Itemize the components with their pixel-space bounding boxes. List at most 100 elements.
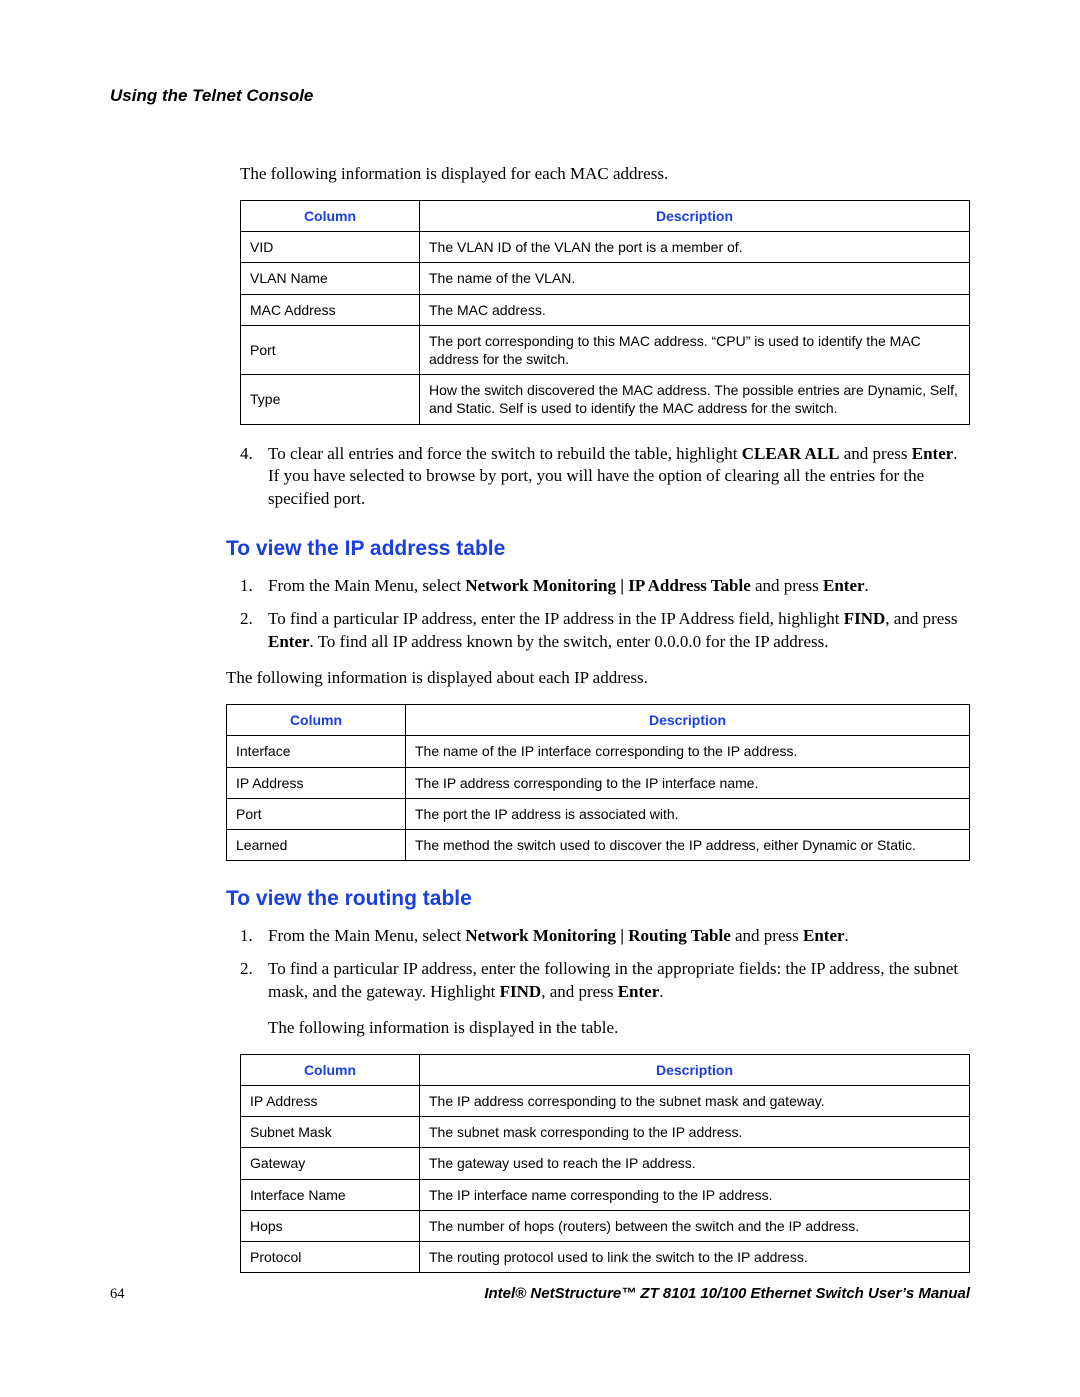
cell-description: The IP interface name corresponding to t… [420,1179,970,1210]
step-text: To find a particular IP address, enter t… [268,609,844,628]
page-number: 64 [110,1286,125,1303]
intro-routing-table: The following information is displayed i… [268,1018,970,1038]
cell-description: How the switch discovered the MAC addres… [420,375,970,424]
step-list-ip: 1. From the Main Menu, select Network Mo… [240,575,970,654]
table-header-column: Column [227,705,406,736]
running-header: Using the Telnet Console [110,86,970,106]
step-text: To clear all entries and force the switc… [268,444,742,463]
list-item: 1. From the Main Menu, select Network Mo… [240,575,970,598]
cell-column: Type [241,375,420,424]
page: Using the Telnet Console The following i… [0,0,1080,1397]
table-row: MAC AddressThe MAC address. [241,294,970,325]
step-text: , and press [885,609,957,628]
cell-column: Interface [227,736,406,767]
table-header-description: Description [420,201,970,232]
cell-column: Protocol [241,1242,420,1273]
cell-column: Hops [241,1210,420,1241]
step-text: . To find all IP address known by the sw… [310,632,829,651]
table-row: VLAN NameThe name of the VLAN. [241,263,970,294]
body-column: The following information is displayed f… [240,164,970,1273]
cell-description: The subnet mask corresponding to the IP … [420,1117,970,1148]
step-bold: FIND [844,609,886,628]
table-row: Subnet MaskThe subnet mask corresponding… [241,1117,970,1148]
table-row: IP AddressThe IP address corresponding t… [241,1086,970,1117]
step-bold: Enter [823,576,865,595]
table-row: Interface NameThe IP interface name corr… [241,1179,970,1210]
step-text: From the Main Menu, select [268,926,465,945]
cell-description: The MAC address. [420,294,970,325]
cell-description: The name of the IP interface correspondi… [406,736,970,767]
step-bold: CLEAR ALL [742,444,840,463]
cell-column: Interface Name [241,1179,420,1210]
step-bold: Enter [268,632,310,651]
cell-column: MAC Address [241,294,420,325]
step-bold: Enter [618,982,660,1001]
cell-column: Gateway [241,1148,420,1179]
step-text: and press [731,926,803,945]
cell-column: IP Address [241,1086,420,1117]
cell-column: Port [227,798,406,829]
table-row: IP AddressThe IP address corresponding t… [227,767,970,798]
step-bold: Network Monitoring | IP Address Table [465,576,750,595]
cell-column: VID [241,232,420,263]
step-number: 1. [240,925,253,948]
step-text: . [659,982,663,1001]
step-number: 2. [240,608,253,631]
step-bold: FIND [500,982,542,1001]
ip-address-table: Column Description InterfaceThe name of … [226,704,970,861]
list-item: 2. To find a particular IP address, ente… [240,958,970,1004]
cell-description: The VLAN ID of the VLAN the port is a me… [420,232,970,263]
step-text: . [865,576,869,595]
step-number: 2. [240,958,253,981]
table-row: LearnedThe method the switch used to dis… [227,829,970,860]
step-text: . [845,926,849,945]
cell-description: The IP address corresponding to the subn… [420,1086,970,1117]
list-item: 2. To find a particular IP address, ente… [240,608,970,654]
step-bold: Enter [803,926,845,945]
cell-description: The routing protocol used to link the sw… [420,1242,970,1273]
list-item: 1. From the Main Menu, select Network Mo… [240,925,970,948]
step-text: From the Main Menu, select [268,576,465,595]
table-header-description: Description [420,1054,970,1085]
cell-column: IP Address [227,767,406,798]
routing-table: Column Description IP AddressThe IP addr… [240,1054,970,1273]
cell-column: Learned [227,829,406,860]
cell-column: Subnet Mask [241,1117,420,1148]
step-number: 1. [240,575,253,598]
table-row: InterfaceThe name of the IP interface co… [227,736,970,767]
section-heading-routing-table: To view the routing table [226,887,970,911]
step-text: and press [751,576,823,595]
cell-description: The method the switch used to discover t… [406,829,970,860]
step-text: and press [840,444,912,463]
step-bold: Enter [912,444,954,463]
footer-title: Intel® NetStructure™ ZT 8101 10/100 Ethe… [484,1285,970,1302]
section-heading-ip-address-table: To view the IP address table [226,537,970,561]
intro-ip-table: The following information is displayed a… [226,668,970,688]
cell-description: The gateway used to reach the IP address… [420,1148,970,1179]
cell-description: The name of the VLAN. [420,263,970,294]
table-header-column: Column [241,1054,420,1085]
step-number: 4. [240,443,253,466]
step-list-clear: 4. To clear all entries and force the sw… [240,443,970,512]
cell-description: The port corresponding to this MAC addre… [420,325,970,374]
step-list-routing: 1. From the Main Menu, select Network Mo… [240,925,970,1004]
page-footer: 64 Intel® NetStructure™ ZT 8101 10/100 E… [110,1285,970,1303]
mac-address-table: Column Description VIDThe VLAN ID of the… [240,200,970,425]
table-row: VIDThe VLAN ID of the VLAN the port is a… [241,232,970,263]
table-row: ProtocolThe routing protocol used to lin… [241,1242,970,1273]
cell-column: Port [241,325,420,374]
table-header-column: Column [241,201,420,232]
table-row: TypeHow the switch discovered the MAC ad… [241,375,970,424]
intro-mac-table: The following information is displayed f… [240,164,970,184]
cell-description: The number of hops (routers) between the… [420,1210,970,1241]
table-row: HopsThe number of hops (routers) between… [241,1210,970,1241]
table-header-description: Description [406,705,970,736]
table-row: PortThe port corresponding to this MAC a… [241,325,970,374]
cell-description: The IP address corresponding to the IP i… [406,767,970,798]
cell-column: VLAN Name [241,263,420,294]
table-row: GatewayThe gateway used to reach the IP … [241,1148,970,1179]
list-item: 4. To clear all entries and force the sw… [240,443,970,512]
step-text: , and press [541,982,617,1001]
step-bold: Network Monitoring | Routing Table [465,926,730,945]
cell-description: The port the IP address is associated wi… [406,798,970,829]
